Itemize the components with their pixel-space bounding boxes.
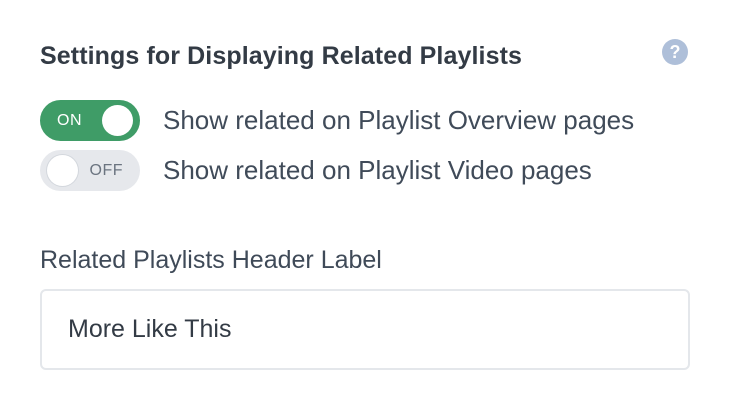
help-icon[interactable]: ? [662,39,688,65]
video-pages-toggle-label: Show related on Playlist Video pages [163,155,592,185]
toggle-row-video: OFF Show related on Playlist Video pages [40,150,592,191]
overview-pages-toggle[interactable]: ON [40,100,140,141]
toggle-row-overview: ON Show related on Playlist Overview pag… [40,100,634,141]
toggle-state-label: ON [57,112,82,129]
toggle-knob [102,105,133,136]
video-pages-toggle[interactable]: OFF [40,150,140,191]
overview-pages-toggle-label: Show related on Playlist Overview pages [163,105,635,135]
header-label-input[interactable] [40,289,690,370]
toggle-knob [47,155,78,186]
header-label-field-label: Related Playlists Header Label [40,246,382,274]
toggle-state-label: OFF [89,162,123,179]
related-playlists-settings-panel: Settings for Displaying Related Playlist… [0,0,730,418]
section-title: Settings for Displaying Related Playlist… [40,42,523,70]
